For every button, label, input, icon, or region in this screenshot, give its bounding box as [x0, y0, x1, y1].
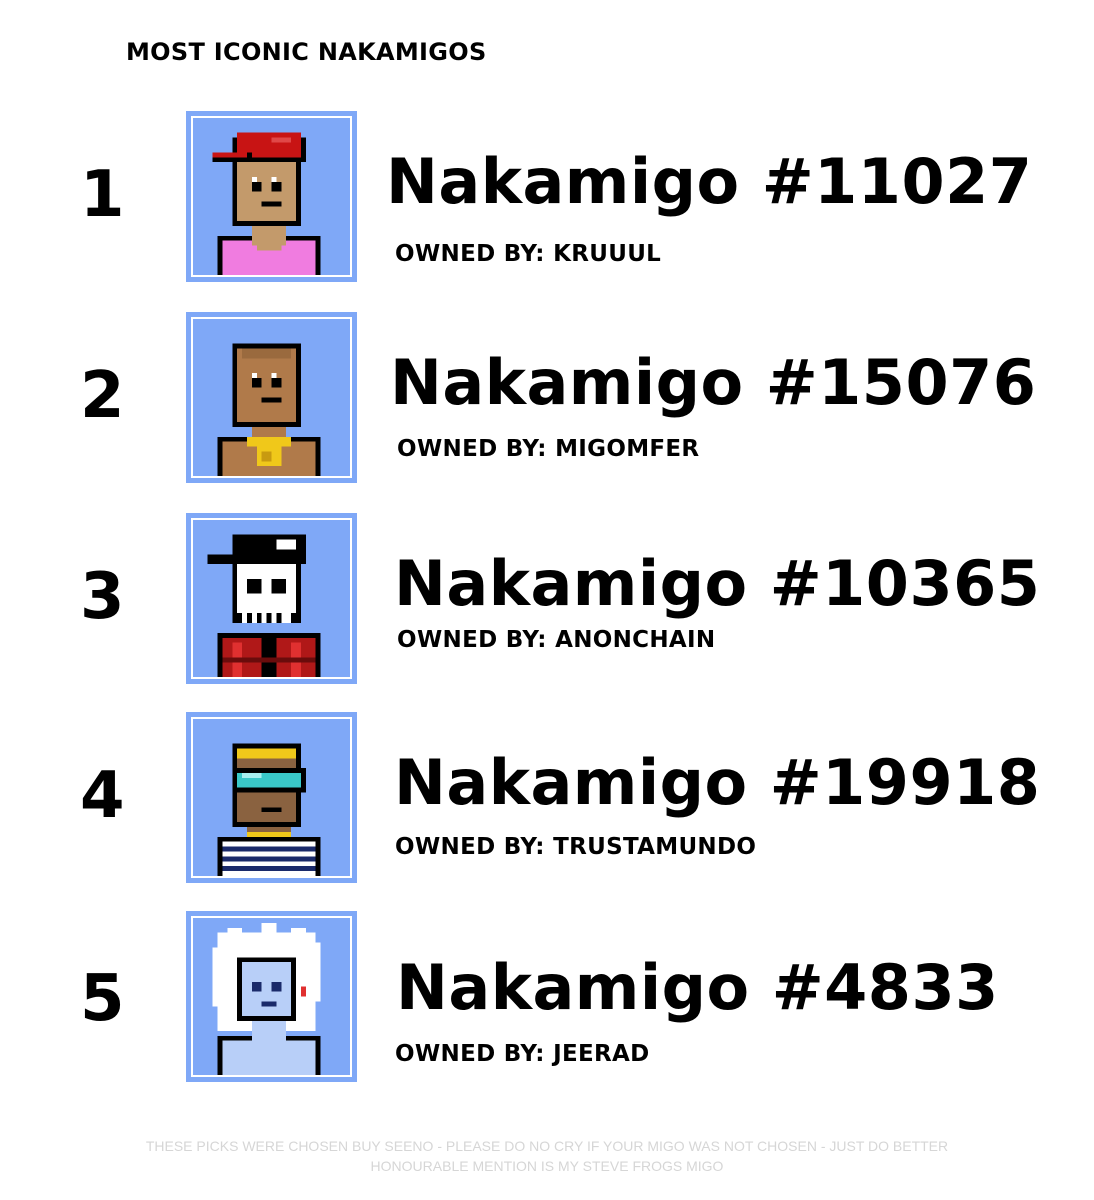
nakamigo-name: Nakamigo #11027: [386, 145, 1033, 218]
nakamigo-avatar-11027: [186, 111, 357, 282]
owner-label: OWNED BY: TRUSTAMUNDO: [395, 834, 757, 860]
pixel-character-red-cap: [193, 118, 350, 275]
nakamigo-name: Nakamigo #19918: [394, 746, 1041, 819]
rank-number: 5: [80, 962, 125, 1036]
pixel-character-gold-chain: [193, 319, 350, 476]
rank-number: 4: [80, 759, 125, 833]
nakamigo-avatar-10365: [186, 513, 357, 684]
nakamigo-name: Nakamigo #15076: [390, 346, 1037, 419]
pixel-character-skull-backwards-cap: [193, 520, 350, 677]
nakamigo-name: Nakamigo #10365: [394, 547, 1041, 620]
rank-number: 2: [80, 359, 125, 433]
owner-label: OWNED BY: JEERAD: [395, 1041, 650, 1067]
nakamigo-avatar-4833: [186, 911, 357, 1082]
footer-line-1: THESE PICKS WERE CHOSEN BUY SEENO - PLEA…: [145, 1138, 949, 1154]
footer-line-2: HONOURABLE MENTION IS MY STEVE FROGS MIG…: [370, 1158, 724, 1174]
ranking-entry-5: 5 Nakamigo #4833 OWNED BY: JEERAD: [0, 911, 1094, 1083]
rank-number: 1: [80, 158, 125, 232]
ranking-entry-1: 1 Nakamigo #11027 OWNED BY: KRUUUL: [0, 111, 1094, 283]
footer-note: THESE PICKS WERE CHOSEN BUY SEENO - PLEA…: [0, 1136, 1094, 1176]
owner-label: OWNED BY: KRUUUL: [395, 241, 662, 267]
nakamigo-name: Nakamigo #4833: [396, 951, 999, 1024]
ranking-entry-2: 2 Nakamigo #15076 OWNED BY: MIGOMFER: [0, 312, 1094, 484]
ranking-entry-4: 4 Nakamigo #19918 OWNED BY: TRUSTAMUNDO: [0, 712, 1094, 884]
nakamigo-avatar-15076: [186, 312, 357, 483]
pixel-character-white-hair-pale: [193, 918, 350, 1075]
nakamigo-avatar-19918: [186, 712, 357, 883]
page-title: MOST ICONIC NAKAMIGOS: [126, 38, 487, 66]
rank-number: 3: [80, 560, 125, 634]
pixel-character-visor-striped: [193, 719, 350, 876]
owner-label: OWNED BY: MIGOMFER: [397, 436, 700, 462]
ranking-entry-3: 3 Nakamigo #10365 OWNED BY: ANONCHAIN: [0, 513, 1094, 685]
owner-label: OWNED BY: ANONCHAIN: [397, 627, 716, 653]
